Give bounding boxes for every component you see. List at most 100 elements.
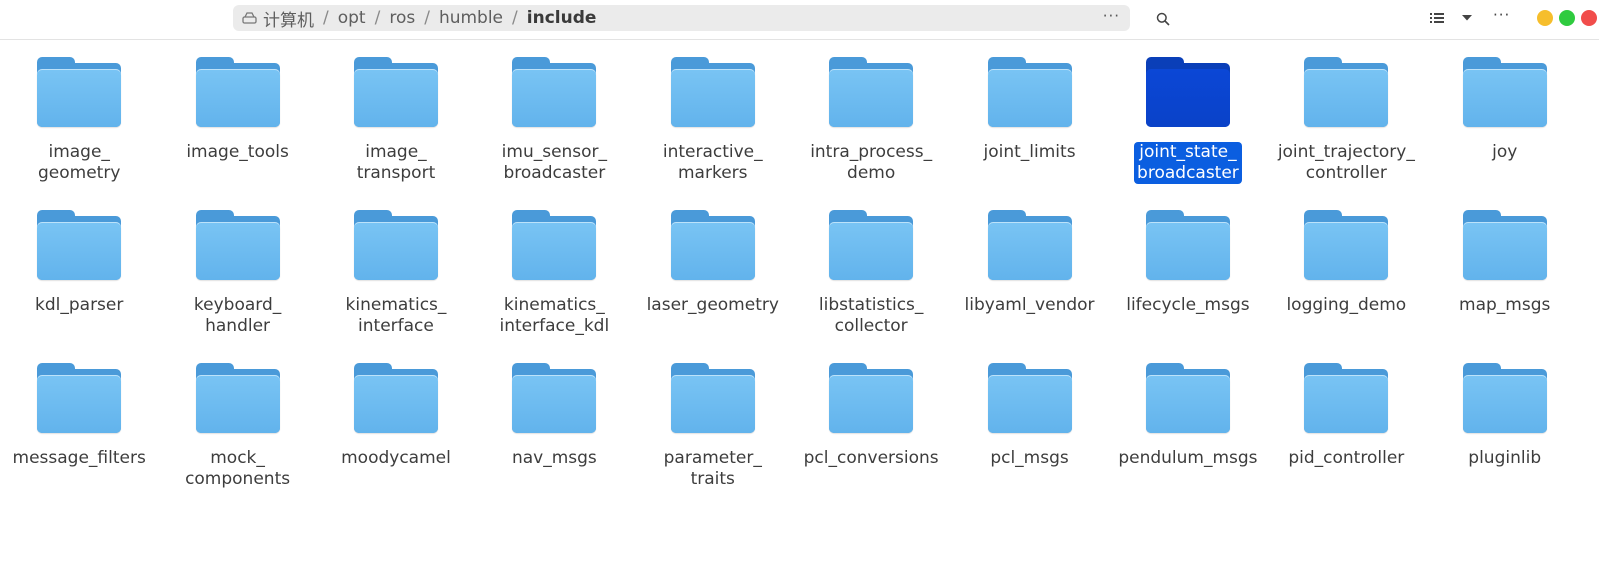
folder-label: logging_demo [1286,295,1407,315]
folder-item[interactable]: kinematics_ interface_kdl [475,188,633,341]
breadcrumb-separator: / [323,8,329,28]
folder-icon [670,363,755,433]
more-icon[interactable]: ··· [1493,6,1510,24]
folder-label: pendulum_msgs [1118,448,1258,468]
path-more-button[interactable]: ··· [1103,7,1120,25]
folder-icon [353,57,438,127]
folder-label: laser_geometry [646,295,779,315]
folder-icon [1462,57,1547,127]
folder-item[interactable]: map_msgs [1426,188,1584,341]
folder-item[interactable]: joint_state_ broadcaster [1109,35,1267,188]
breadcrumb-computer[interactable]: 计算机 [258,6,319,31]
folder-item[interactable]: image_tools [158,35,316,188]
folder-item[interactable]: nav_msgs [475,341,633,494]
breadcrumb-ros[interactable]: ros [384,8,420,28]
folder-item[interactable]: moodycamel [317,341,475,494]
folder-item[interactable]: intra_process_ demo [792,35,950,188]
folder-label: kinematics_ interface_kdl [499,295,610,336]
header-bar: 计算机 / opt / ros / humble / include ··· ·… [0,0,1599,40]
breadcrumb-humble[interactable]: humble [434,8,508,28]
folder-item[interactable]: keyboard_ handler [158,188,316,341]
folder-icon [1304,210,1389,280]
folder-item[interactable]: message_filters [0,341,158,494]
breadcrumb-separator: / [512,8,518,28]
folder-item[interactable]: joy [1426,35,1584,188]
folder-item[interactable]: pendulum_msgs [1109,341,1267,494]
folder-label: kdl_parser [35,295,124,315]
folder-item[interactable]: image_ transport [317,35,475,188]
folder-icon [353,363,438,433]
folder-label: libstatistics_ collector [818,295,924,336]
breadcrumb-opt[interactable]: opt [333,8,371,28]
folder-icon [37,363,122,433]
folder-label: moodycamel [341,448,451,468]
drive-icon [240,5,258,31]
folder-item[interactable]: joint_limits [950,35,1108,188]
folder-label: lifecycle_msgs [1126,295,1250,315]
folder-item[interactable]: imu_sensor_ broadcaster [475,35,633,188]
folder-icon [987,210,1072,280]
folder-item[interactable]: parameter_ traits [634,341,792,494]
folder-label: libyaml_vendor [964,295,1095,315]
folder-icon [1462,210,1547,280]
folder-label: nav_msgs [511,448,597,468]
folder-item[interactable]: lifecycle_msgs [1109,188,1267,341]
folder-item[interactable]: pcl_msgs [950,341,1108,494]
folder-icon [829,363,914,433]
folder-icon [37,57,122,127]
folder-icon [512,57,597,127]
folder-item[interactable]: pluginlib [1426,341,1584,494]
folder-icon [1145,363,1230,433]
folder-icon [829,210,914,280]
view-list-button[interactable] [1428,9,1446,27]
folder-item[interactable]: kdl_parser [0,188,158,341]
folder-icon [195,210,280,280]
minimize-button[interactable] [1537,10,1553,26]
folder-icon [195,363,280,433]
folder-label: kinematics_ interface [345,295,447,336]
folder-label: joint_limits [983,142,1076,162]
folder-item[interactable]: interactive_ markers [634,35,792,188]
folder-label: message_filters [12,448,146,468]
folder-label: mock_ components [185,448,291,489]
folder-icon [987,363,1072,433]
folder-icon [37,210,122,280]
folder-item[interactable]: libstatistics_ collector [792,188,950,341]
search-button[interactable] [1151,7,1175,31]
folder-icon [829,57,914,127]
folder-icon [353,210,438,280]
folder-item[interactable]: laser_geometry [634,188,792,341]
folder-item[interactable]: logging_demo [1267,188,1425,341]
breadcrumb-include[interactable]: include [522,8,602,28]
folder-label: image_ geometry [38,142,121,183]
view-options-button[interactable] [1458,9,1476,27]
folder-item[interactable]: kinematics_ interface [317,188,475,341]
search-icon [1156,12,1170,26]
file-grid: filtersfoonathan_ memoryforce_torque_ se… [0,0,1599,494]
chevron-down-icon [1462,15,1472,21]
folder-label: imu_sensor_ broadcaster [501,142,608,183]
folder-icon [512,210,597,280]
folder-label: joint_state_ broadcaster [1134,142,1242,184]
folder-item[interactable]: joint_trajectory_ controller [1267,35,1425,188]
folder-icon [670,57,755,127]
close-button[interactable] [1581,10,1597,26]
folder-icon [512,363,597,433]
folder-item[interactable]: pcl_conversions [792,341,950,494]
folder-label: interactive_ markers [662,142,763,183]
path-bar[interactable]: 计算机 / opt / ros / humble / include ··· [233,5,1130,31]
maximize-button[interactable] [1559,10,1575,26]
folder-item[interactable]: image_ geometry [0,35,158,188]
folder-icon [1304,363,1389,433]
folder-label: intra_process_ demo [810,142,933,183]
folder-item[interactable]: pid_controller [1267,341,1425,494]
folder-label: keyboard_ handler [193,295,282,336]
folder-icon [1304,57,1389,127]
folder-label: pcl_conversions [803,448,939,468]
folder-icon [195,57,280,127]
folder-label: map_msgs [1459,295,1551,315]
folder-item[interactable]: libyaml_vendor [950,188,1108,341]
folder-item[interactable]: mock_ components [158,341,316,494]
folder-icon [1462,363,1547,433]
folder-label: pluginlib [1468,448,1542,468]
